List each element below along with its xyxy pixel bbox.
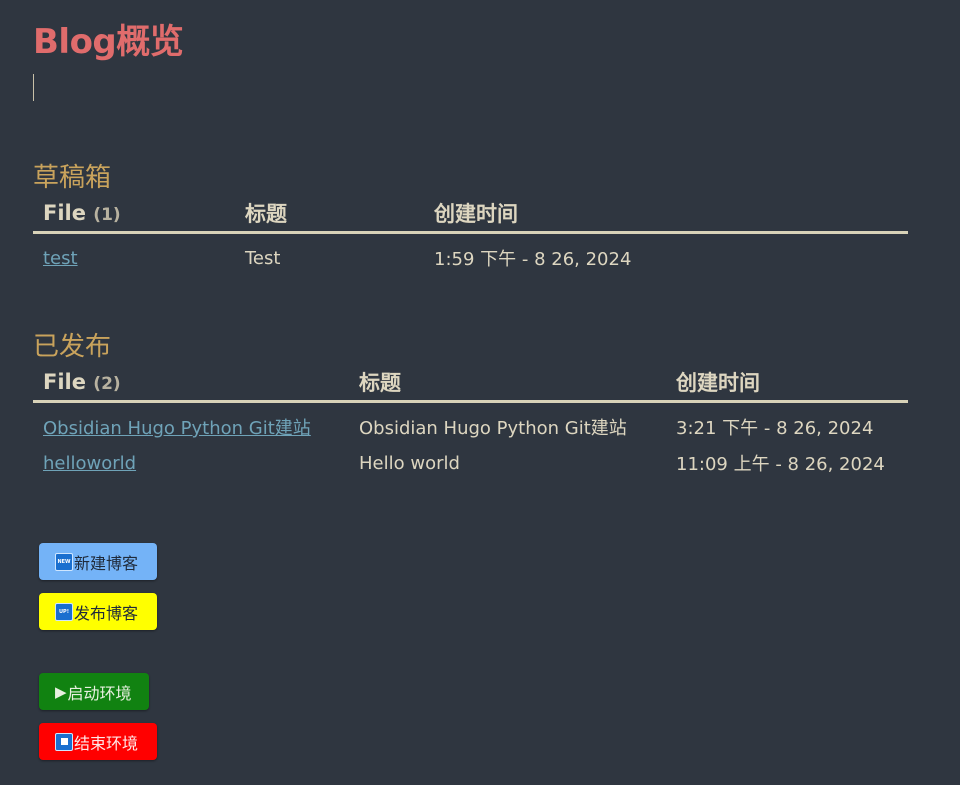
file-link[interactable]: Obsidian Hugo Python Git建站: [43, 418, 311, 439]
publish-blog-label: 发布博客: [74, 605, 139, 623]
table-row: helloworld Hello world 11:09 上午 - 8 26, …: [33, 445, 908, 481]
title-cell: Hello world: [359, 452, 460, 474]
file-cell: test: [33, 233, 235, 277]
table-row: Obsidian Hugo Python Git建站 Obsidian Hugo…: [33, 402, 908, 446]
created-cell: 11:09 上午 - 8 26, 2024: [676, 454, 885, 475]
table-row: test Test 1:59 下午 - 8 26, 2024: [33, 233, 908, 277]
drafts-header-row: File (1) 标题 创建时间: [33, 198, 908, 234]
page-title: Blog概览: [33, 22, 184, 62]
stop-env-label: 结束环境: [74, 735, 139, 753]
file-cell: helloworld: [33, 445, 349, 481]
published-table: File (2) 标题 创建时间 Obsidian Hugo Python Gi…: [33, 367, 908, 481]
file-link[interactable]: helloworld: [43, 453, 136, 474]
published-heading: 已发布: [33, 332, 112, 362]
column-header-file-label: File: [43, 201, 86, 225]
new-icon: NEW: [55, 552, 73, 571]
column-header-file-label: File: [43, 370, 86, 394]
column-header-created[interactable]: 创建时间: [666, 367, 908, 403]
file-link[interactable]: test: [43, 248, 78, 269]
title-cell: Obsidian Hugo Python Git建站: [359, 418, 627, 439]
title-cell: Test: [245, 247, 281, 269]
file-count-badge: (1): [93, 205, 121, 225]
column-header-file[interactable]: File (2): [33, 367, 349, 403]
start-env-label: 启动环境: [67, 685, 132, 703]
column-header-title[interactable]: 标题: [235, 198, 424, 234]
created-cell: 1:59 下午 - 8 26, 2024: [434, 249, 632, 270]
created-cell: 3:21 下午 - 8 26, 2024: [676, 418, 874, 439]
column-header-created[interactable]: 创建时间: [424, 198, 908, 234]
stop-env-button[interactable]: 结束环境: [39, 723, 157, 760]
file-cell: Obsidian Hugo Python Git建站: [33, 402, 349, 446]
file-count-badge: (2): [93, 374, 121, 394]
column-header-title[interactable]: 标题: [349, 367, 666, 403]
publish-blog-button[interactable]: UP! 发布博客: [39, 593, 157, 630]
text-cursor[interactable]: [33, 74, 34, 101]
new-blog-label: 新建博客: [74, 555, 139, 573]
play-icon: ▶: [55, 683, 67, 701]
stop-icon: [55, 732, 73, 751]
new-blog-button[interactable]: NEW 新建博客: [39, 543, 157, 580]
blog-overview-page: Blog概览 草稿箱 File (1) 标题 创建时间 test Test 1:…: [0, 0, 960, 785]
drafts-heading: 草稿箱: [33, 163, 112, 193]
published-header-row: File (2) 标题 创建时间: [33, 367, 908, 403]
drafts-table: File (1) 标题 创建时间 test Test 1:59 下午 - 8 2…: [33, 198, 908, 276]
column-header-file[interactable]: File (1): [33, 198, 235, 234]
start-env-button[interactable]: ▶ 启动环境: [39, 673, 149, 710]
up-icon: UP!: [55, 602, 73, 621]
